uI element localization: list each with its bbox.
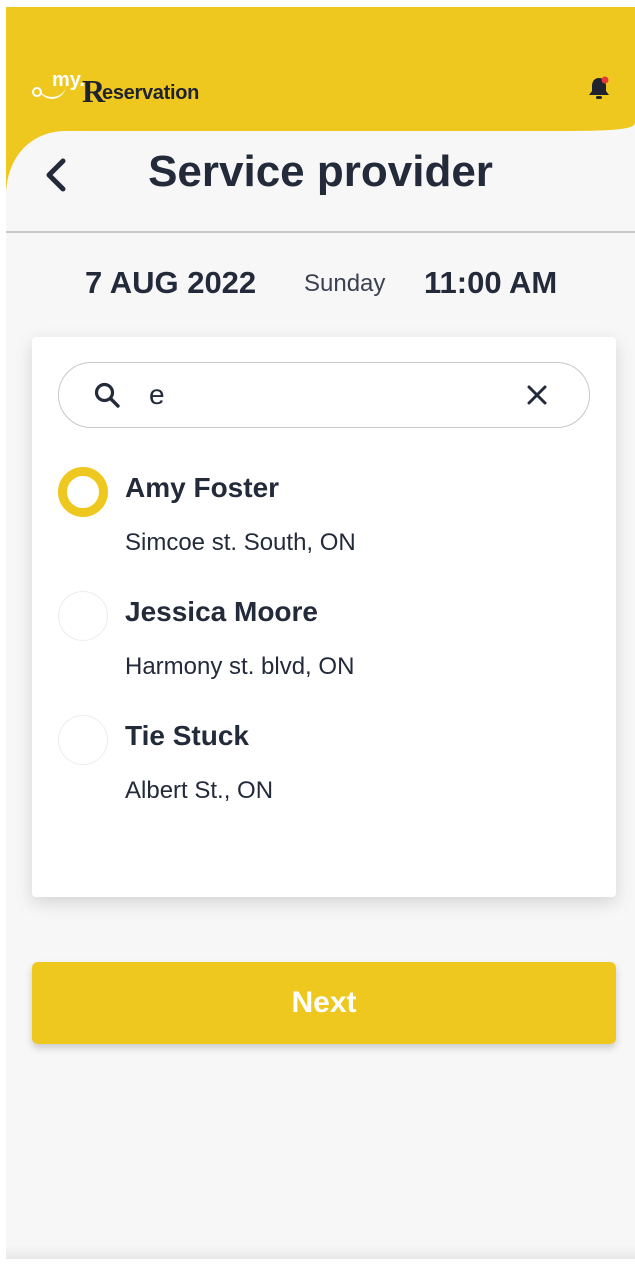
search-input[interactable]: e <box>58 362 590 428</box>
page-title: Service provider <box>148 147 493 196</box>
provider-name: Jessica Moore <box>125 596 318 627</box>
header-area: my. R eservation Service provider <box>6 7 635 232</box>
logo-text-my: my. <box>52 69 85 91</box>
app-logo: my. R eservation <box>30 69 220 109</box>
booking-day: Sunday <box>304 270 386 297</box>
bell-icon[interactable] <box>586 74 612 102</box>
provider-card: e Amy Foster Simcoe st. South, ON Jessic… <box>32 337 616 897</box>
header-background <box>6 7 635 197</box>
booking-datetime: 7 AUG 2022 Sunday 11:00 AM <box>6 265 635 305</box>
provider-item[interactable]: Amy Foster Simcoe st. South, ON <box>32 467 616 577</box>
provider-item[interactable]: Tie Stuck Albert St., ON <box>32 715 616 825</box>
bottom-edge <box>6 1245 635 1259</box>
header-divider <box>6 231 635 233</box>
radio-unselected[interactable] <box>58 591 108 641</box>
provider-address: Simcoe st. South, ON <box>125 529 356 556</box>
provider-address: Albert St., ON <box>125 777 274 804</box>
radio-unselected[interactable] <box>58 715 108 765</box>
search-icon <box>94 382 120 408</box>
booking-time: 11:00 AM <box>424 265 558 300</box>
close-icon[interactable] <box>525 383 549 407</box>
radio-selected[interactable] <box>58 467 108 517</box>
provider-address: Harmony st. blvd, ON <box>125 653 355 680</box>
booking-date: 7 AUG 2022 <box>85 265 257 300</box>
provider-item[interactable]: Jessica Moore Harmony st. blvd, ON <box>32 591 616 701</box>
provider-name: Tie Stuck <box>125 720 249 751</box>
search-value: e <box>149 379 165 410</box>
app-screen: my. R eservation Service provider 7 AUG … <box>6 7 635 1259</box>
provider-name: Amy Foster <box>125 472 280 503</box>
next-button[interactable]: Next <box>32 962 616 1044</box>
logo-text-rest: eservation <box>102 82 200 104</box>
